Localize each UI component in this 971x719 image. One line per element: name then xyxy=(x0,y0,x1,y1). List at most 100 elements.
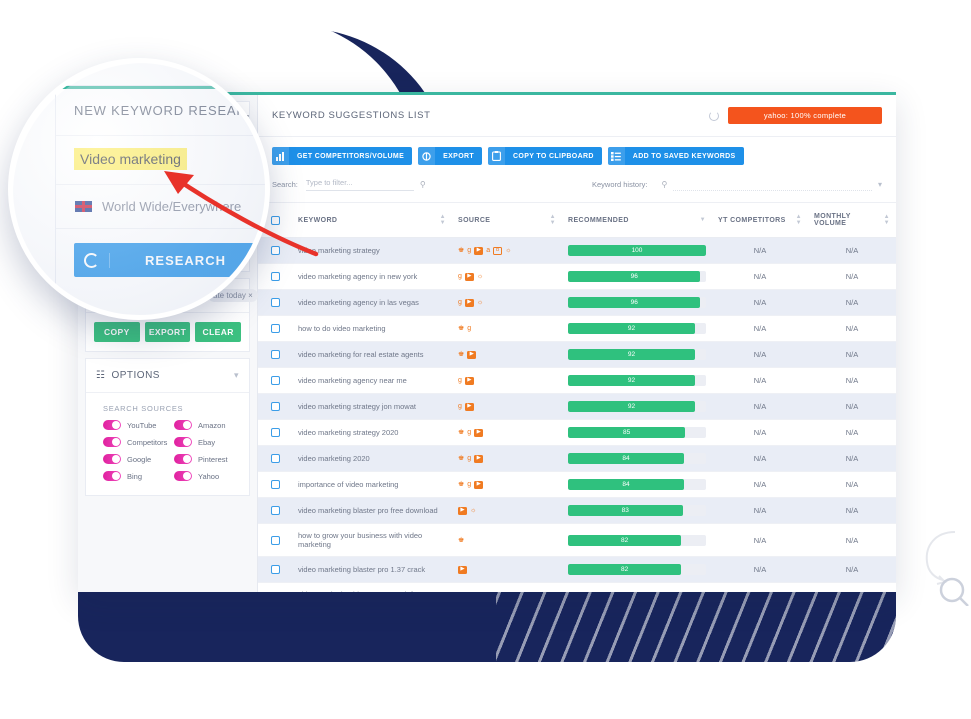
table-row[interactable]: how to do video marketing♚g92N/AN/A xyxy=(258,316,896,342)
sort-icon[interactable]: ▲▼ xyxy=(884,214,890,226)
checkbox-icon[interactable] xyxy=(271,565,280,574)
keyword-history-input[interactable] xyxy=(673,179,872,191)
source-icons: g▶ xyxy=(458,403,556,411)
column-header-yt-competitors[interactable]: YT COMPETITORS ▲▼ xyxy=(712,203,808,238)
checkbox-icon[interactable] xyxy=(271,246,280,255)
table-row[interactable]: how to grow your business with video mar… xyxy=(258,524,896,557)
toggle-icon[interactable] xyxy=(103,454,121,464)
chevron-down-icon[interactable]: ▾ xyxy=(234,370,239,381)
sort-icon[interactable]: ▲▼ xyxy=(550,214,556,226)
header-label: YT COMPETITORS xyxy=(718,217,786,224)
row-checkbox-cell[interactable] xyxy=(258,583,292,593)
row-checkbox-cell[interactable] xyxy=(258,498,292,524)
chevron-down-icon[interactable]: ▾ xyxy=(56,291,270,307)
button-label: COPY TO CLIPBOARD xyxy=(505,153,602,160)
table-row[interactable]: video marketing strategy jon mowatg▶92N/… xyxy=(258,394,896,420)
zoomed-research-button[interactable]: RESEARCH xyxy=(74,243,261,277)
table-row[interactable]: video marketing blaster pro free downloa… xyxy=(258,498,896,524)
add-to-saved-keywords-button[interactable]: ADD TO SAVED KEYWORDS xyxy=(608,147,744,165)
source-toggle-yahoo[interactable]: Yahoo xyxy=(174,471,239,481)
sort-icon[interactable]: ▲▼ xyxy=(440,214,446,226)
table-row[interactable]: video marketing blaster pro crack free d… xyxy=(258,583,896,593)
cell-recommended: 96 xyxy=(562,290,712,316)
checkbox-icon[interactable] xyxy=(271,506,280,515)
row-checkbox-cell[interactable] xyxy=(258,446,292,472)
table-row[interactable]: video marketing for real estate agents♚▶… xyxy=(258,342,896,368)
row-checkbox-cell[interactable] xyxy=(258,420,292,446)
score-bar-track: 84 xyxy=(568,479,706,490)
clear-button[interactable]: CLEAR xyxy=(195,322,241,342)
row-checkbox-cell[interactable] xyxy=(258,394,292,420)
source-toggle-ebay[interactable]: Ebay xyxy=(174,437,239,447)
export-button[interactable]: EXPORT xyxy=(145,322,191,342)
row-checkbox-cell[interactable] xyxy=(258,472,292,498)
column-header-source[interactable]: SOURCE▲▼ xyxy=(452,203,562,238)
row-checkbox-cell[interactable] xyxy=(258,524,292,557)
cell-yt-competitors: N/A xyxy=(712,557,808,583)
toggle-icon[interactable] xyxy=(174,471,192,481)
checkbox-icon[interactable] xyxy=(271,272,280,281)
column-header-recommended[interactable]: RECOMMENDED▼ xyxy=(562,203,712,238)
table-row[interactable]: video marketing strategy 2020♚g▶85N/AN/A xyxy=(258,420,896,446)
row-checkbox-cell[interactable] xyxy=(258,316,292,342)
table-row[interactable]: video marketing agency near meg▶92N/AN/A xyxy=(258,368,896,394)
table-row[interactable]: video marketing blaster pro 1.37 crack▶8… xyxy=(258,557,896,583)
source-toggle-competitors[interactable]: Competitors xyxy=(103,437,168,447)
checkbox-icon[interactable] xyxy=(271,536,280,545)
search-icon[interactable]: ⚲ xyxy=(420,180,426,189)
toggle-icon[interactable] xyxy=(103,471,121,481)
source-icon-google: g xyxy=(467,481,471,488)
zoomed-keyword-input[interactable]: Video marketing xyxy=(56,136,270,185)
cell-monthly-volume: N/A xyxy=(808,342,896,368)
cell-keyword: video marketing 2020 xyxy=(292,446,452,472)
toggle-icon[interactable] xyxy=(174,437,192,447)
magnifier-content: NEW KEYWORD RESEARCH Video marketing Wor… xyxy=(13,63,270,320)
copy-button[interactable]: COPY xyxy=(94,322,140,342)
score-bar-track: 85 xyxy=(568,427,706,438)
toggle-icon[interactable] xyxy=(103,420,121,430)
source-icon-other: ☼ xyxy=(505,247,511,254)
cell-source: ♚g xyxy=(452,316,562,342)
export-button[interactable]: EXPORT xyxy=(418,147,482,165)
sort-icon[interactable]: ▲▼ xyxy=(796,214,802,226)
options-header[interactable]: ☷ OPTIONS ▾ xyxy=(86,359,249,393)
zoomed-keyword-value[interactable]: Video marketing xyxy=(74,148,187,170)
source-icons: ♚g xyxy=(458,325,556,332)
checkbox-icon[interactable] xyxy=(271,298,280,307)
table-row[interactable]: video marketing strategy♚g▶ab☼100N/AN/A xyxy=(258,238,896,264)
sort-desc-icon[interactable]: ▼ xyxy=(700,217,706,223)
table-row[interactable]: importance of video marketing♚g▶84N/AN/A xyxy=(258,472,896,498)
column-header-monthly-volume[interactable]: MONTHLY VOLUME▲▼ xyxy=(808,203,896,238)
search-icon[interactable]: ⚲ xyxy=(661,180,667,189)
column-header-keyword[interactable]: KEYWORD▲▼ xyxy=(292,203,452,238)
checkbox-icon[interactable] xyxy=(271,324,280,333)
checkbox-icon[interactable] xyxy=(271,376,280,385)
toggle-icon[interactable] xyxy=(103,437,121,447)
source-toggle-amazon[interactable]: Amazon xyxy=(174,420,239,430)
table-row[interactable]: video marketing 2020♚g▶84N/AN/A xyxy=(258,446,896,472)
checkbox-icon[interactable] xyxy=(271,480,280,489)
checkbox-icon[interactable] xyxy=(271,350,280,359)
get-competitors-volume-button[interactable]: GET COMPETITORS/VOLUME xyxy=(272,147,412,165)
source-icon-video: ▶ xyxy=(458,507,467,515)
search-input[interactable]: Type to filter... xyxy=(306,178,414,191)
checkbox-icon[interactable] xyxy=(271,428,280,437)
row-checkbox-cell[interactable] xyxy=(258,557,292,583)
checkbox-icon[interactable] xyxy=(271,402,280,411)
cell-recommended: 85 xyxy=(562,420,712,446)
source-toggle-bing[interactable]: Bing xyxy=(103,471,168,481)
zoomed-location-selector[interactable]: World Wide/Everywhere xyxy=(56,185,270,229)
source-toggle-google[interactable]: Google xyxy=(103,454,168,464)
source-toggle-youtube[interactable]: YouTube xyxy=(103,420,168,430)
toggle-icon[interactable] xyxy=(174,420,192,430)
checkbox-icon[interactable] xyxy=(271,454,280,463)
table-row[interactable]: video marketing agency in las vegasg▶☼96… xyxy=(258,290,896,316)
row-checkbox-cell[interactable] xyxy=(258,342,292,368)
copy-to-clipboard-button[interactable]: COPY TO CLIPBOARD xyxy=(488,147,602,165)
toggle-icon[interactable] xyxy=(174,454,192,464)
checkbox-icon[interactable] xyxy=(271,216,280,225)
table-row[interactable]: video marketing agency in new yorkg▶☼96N… xyxy=(258,264,896,290)
chevron-down-icon[interactable]: ▾ xyxy=(878,180,882,189)
source-toggle-pinterest[interactable]: Pinterest xyxy=(174,454,239,464)
row-checkbox-cell[interactable] xyxy=(258,368,292,394)
